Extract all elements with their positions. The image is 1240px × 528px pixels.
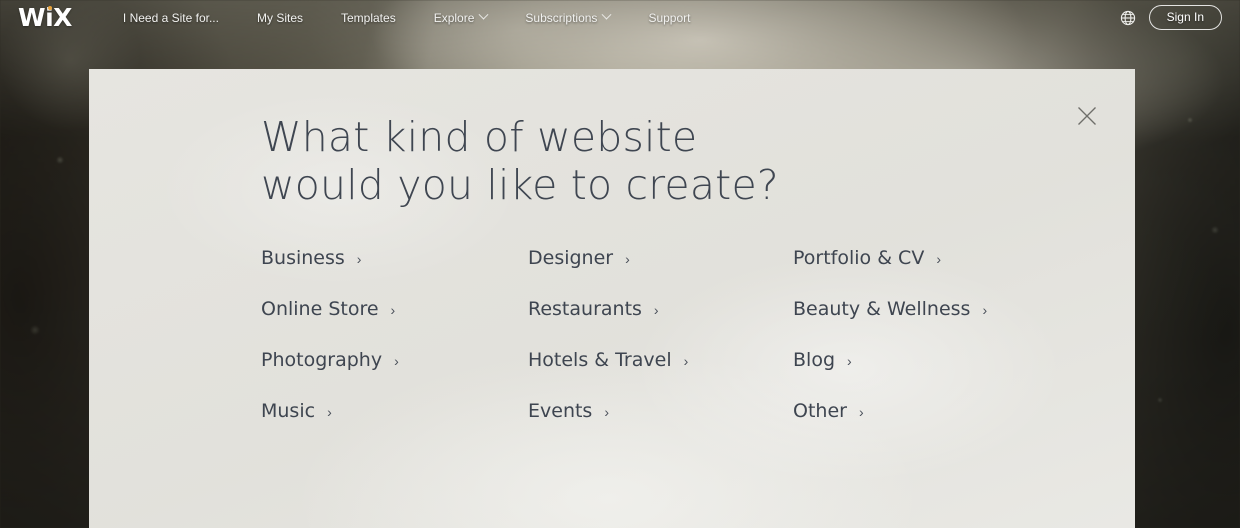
- category-label: Online Store: [261, 298, 379, 320]
- category-label: Restaurants: [528, 298, 642, 320]
- nav-item-label: Subscriptions: [525, 10, 598, 25]
- nav-item-label: Templates: [341, 10, 396, 25]
- chevron-down-icon: [601, 9, 612, 20]
- category-column-3: Portfolio & CV › Beauty & Wellness › Blo…: [793, 247, 1060, 451]
- modal-heading: What kind of website would you like to c…: [261, 113, 779, 209]
- wix-logo-text: WiX: [18, 3, 72, 32]
- category-link-online-store[interactable]: Online Store ›: [261, 298, 528, 349]
- nav-item-label: My Sites: [256, 10, 303, 25]
- nav-item-label: Explore: [433, 10, 475, 25]
- category-link-beauty-and-wellness[interactable]: Beauty & Wellness ›: [793, 298, 1060, 349]
- category-label: Blog: [793, 349, 835, 371]
- chevron-right-icon: ›: [604, 404, 610, 420]
- nav-item-explore[interactable]: Explore: [421, 9, 501, 25]
- category-label: Photography: [261, 349, 383, 371]
- main-navigation: I Need a Site for... My Sites Templates …: [110, 9, 704, 25]
- website-type-modal: What kind of website would you like to c…: [89, 69, 1135, 528]
- nav-item-label: Support: [648, 10, 691, 25]
- header-actions: Sign In: [1120, 5, 1222, 30]
- chevron-right-icon: ›: [394, 353, 399, 369]
- nav-item-label: I Need a Site for...: [122, 10, 219, 25]
- category-label: Beauty & Wellness: [793, 298, 971, 320]
- category-link-blog[interactable]: Blog ›: [793, 349, 1060, 400]
- category-label: Hotels & Travel: [528, 349, 672, 371]
- chevron-right-icon: ›: [847, 353, 852, 369]
- nav-item-subscriptions[interactable]: Subscriptions: [512, 9, 623, 25]
- nav-item-support[interactable]: Support: [635, 11, 703, 25]
- close-button[interactable]: [1075, 104, 1099, 128]
- chevron-right-icon: ›: [982, 302, 988, 318]
- chevron-right-icon: ›: [858, 404, 864, 420]
- chevron-right-icon: ›: [936, 251, 941, 267]
- category-label: Portfolio & CV: [793, 247, 925, 269]
- category-link-restaurants[interactable]: Restaurants ›: [528, 298, 793, 349]
- close-icon: [1078, 107, 1096, 125]
- sign-in-button[interactable]: Sign In: [1148, 5, 1222, 30]
- page-stage: WiX I Need a Site for... My Sites Templa…: [0, 0, 1240, 528]
- category-link-designer[interactable]: Designer ›: [528, 247, 793, 298]
- chevron-right-icon: ›: [327, 404, 332, 420]
- category-link-other[interactable]: Other ›: [793, 400, 1060, 451]
- nav-item-i-need-a-site-for[interactable]: I Need a Site for...: [110, 11, 232, 25]
- wix-logo[interactable]: WiX: [18, 5, 72, 30]
- site-header: WiX I Need a Site for... My Sites Templa…: [0, 0, 1240, 35]
- category-column-2: Designer › Restaurants › Hotels & Travel…: [528, 247, 793, 451]
- category-column-1: Business › Online Store › Photography › …: [261, 247, 528, 451]
- category-label: Business: [261, 247, 345, 269]
- category-columns: Business › Online Store › Photography › …: [261, 247, 1081, 451]
- chevron-right-icon: ›: [390, 302, 396, 318]
- chevron-right-icon: ›: [356, 251, 362, 267]
- category-label: Music: [261, 400, 316, 422]
- chevron-right-icon: ›: [683, 353, 689, 369]
- globe-icon[interactable]: [1120, 10, 1136, 26]
- chevron-right-icon: ›: [625, 251, 630, 267]
- category-link-music[interactable]: Music ›: [261, 400, 528, 451]
- chevron-right-icon: ›: [653, 302, 659, 318]
- chevron-down-icon: [478, 9, 489, 20]
- category-link-business[interactable]: Business ›: [261, 247, 528, 298]
- category-label: Other: [793, 400, 847, 422]
- category-label: Events: [528, 400, 593, 422]
- category-link-portfolio-and-cv[interactable]: Portfolio & CV ›: [793, 247, 1060, 298]
- category-link-events[interactable]: Events ›: [528, 400, 793, 451]
- category-link-photography[interactable]: Photography ›: [261, 349, 528, 400]
- wix-logo-dot: [48, 6, 52, 10]
- nav-item-my-sites[interactable]: My Sites: [244, 11, 316, 25]
- category-link-hotels-and-travel[interactable]: Hotels & Travel ›: [528, 349, 793, 400]
- nav-item-templates[interactable]: Templates: [328, 11, 409, 25]
- category-label: Designer: [528, 247, 614, 269]
